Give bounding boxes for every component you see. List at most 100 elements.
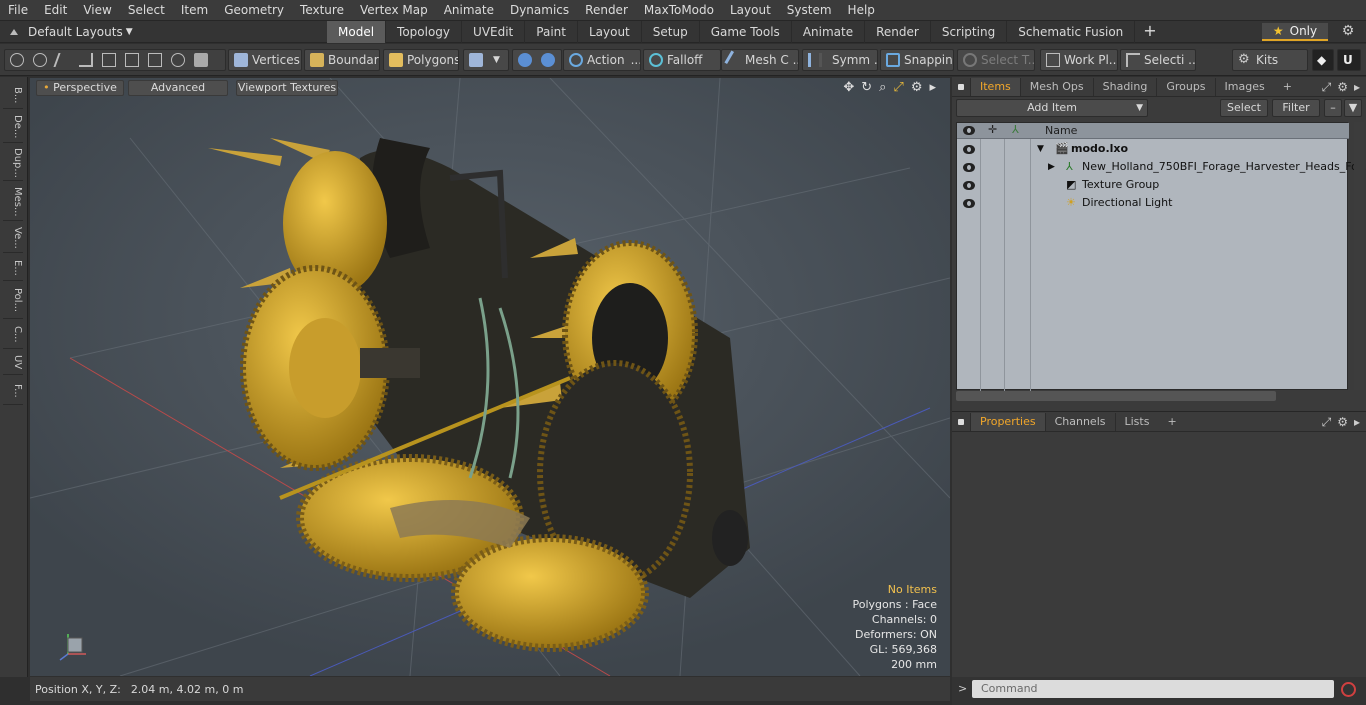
- menu-geometry[interactable]: Geometry: [216, 0, 292, 21]
- menu-animate[interactable]: Animate: [436, 0, 502, 21]
- globe-icon[interactable]: [33, 53, 47, 67]
- tab-setup[interactable]: Setup: [642, 21, 700, 43]
- brush-icon[interactable]: [79, 53, 93, 67]
- tree-row-scene[interactable]: ▼ 🎬 modo.lxo: [957, 140, 1349, 158]
- panel-grip-icon[interactable]: [958, 84, 964, 90]
- command-input[interactable]: Command: [972, 680, 1334, 698]
- gear-icon[interactable]: ⚙: [1338, 23, 1358, 41]
- record-macro-icon[interactable]: [1341, 682, 1356, 697]
- falloff-button[interactable]: Falloff: [643, 49, 721, 71]
- tab-groups[interactable]: Groups: [1156, 78, 1214, 96]
- funnel-icon[interactable]: ▼: [1344, 99, 1362, 117]
- select-button[interactable]: Select: [1220, 99, 1268, 117]
- vertices-button[interactable]: Vertices: [228, 49, 302, 71]
- left-tab-uv[interactable]: UV: [3, 351, 23, 375]
- tab-mesh-ops[interactable]: Mesh Ops: [1019, 78, 1093, 96]
- menu-item[interactable]: Item: [173, 0, 216, 21]
- tree-vertical-scrollbar[interactable]: [1354, 122, 1364, 390]
- tab-model[interactable]: Model: [327, 21, 387, 43]
- tab-uvedit[interactable]: UVEdit: [462, 21, 526, 43]
- tab-topology[interactable]: Topology: [386, 21, 463, 43]
- shield-icon[interactable]: [518, 53, 532, 67]
- expand-panel-icon[interactable]: ⤢: [1322, 415, 1332, 430]
- tab-animate[interactable]: Animate: [792, 21, 866, 43]
- pivot-icon[interactable]: [148, 53, 162, 67]
- menu-help[interactable]: Help: [840, 0, 883, 21]
- tab-items[interactable]: Items: [970, 78, 1020, 96]
- left-tab-basic[interactable]: B...: [3, 83, 23, 109]
- tree-horizontal-scrollbar[interactable]: [956, 391, 1276, 401]
- rotate-view-icon[interactable]: ↻: [861, 80, 872, 95]
- default-layouts-dropdown[interactable]: Default Layouts ▼: [8, 21, 133, 43]
- viewport-shading-button[interactable]: Advanced: [128, 80, 228, 96]
- align-icon[interactable]: [102, 53, 116, 67]
- expand-triangle-icon[interactable]: ▼: [1037, 140, 1044, 158]
- timer-icon[interactable]: [171, 53, 185, 67]
- menu-edit[interactable]: Edit: [36, 0, 75, 21]
- add-tab-plus-icon[interactable]: +: [1135, 21, 1164, 43]
- material-dropdown[interactable]: ▼: [463, 49, 509, 71]
- left-tab-deform[interactable]: De...: [3, 111, 23, 143]
- menu-maxtomodo[interactable]: MaxToModo: [636, 0, 722, 21]
- boundary-button[interactable]: Boundary: [304, 49, 380, 71]
- item-mode-icon[interactable]: [194, 53, 208, 67]
- left-tab-edge[interactable]: E...: [3, 255, 23, 281]
- add-item-button[interactable]: Add Item ▼: [956, 99, 1148, 117]
- type-header-icon[interactable]: ⅄: [1012, 123, 1019, 136]
- pen-icon[interactable]: [53, 53, 73, 67]
- visibility-eye-icon[interactable]: [963, 163, 975, 172]
- left-tab-curve[interactable]: C...: [3, 321, 23, 349]
- menu-view[interactable]: View: [75, 0, 119, 21]
- work-plane-button[interactable]: Work Pl...: [1040, 49, 1118, 71]
- menu-select[interactable]: Select: [120, 0, 173, 21]
- viewport-gear-icon[interactable]: ⚙: [911, 80, 923, 95]
- select-through-button[interactable]: Select T...: [957, 49, 1035, 71]
- menu-layout[interactable]: Layout: [722, 0, 779, 21]
- expand-panel-icon[interactable]: ⤢: [1322, 80, 1332, 95]
- selection-sets-button[interactable]: Selecti ...: [1120, 49, 1196, 71]
- symmetry-button[interactable]: Symm ...: [802, 49, 878, 71]
- panel-grip-icon[interactable]: [958, 419, 964, 425]
- tab-lists[interactable]: Lists: [1114, 413, 1159, 431]
- filter-button[interactable]: Filter: [1272, 99, 1320, 117]
- kits-button[interactable]: ⚙ Kits: [1232, 49, 1308, 71]
- move-view-icon[interactable]: ✥: [843, 80, 854, 95]
- menu-render[interactable]: Render: [577, 0, 636, 21]
- shield-alt-icon[interactable]: [541, 53, 555, 67]
- tab-images[interactable]: Images: [1214, 78, 1274, 96]
- center-icon[interactable]: [125, 53, 139, 67]
- tab-properties[interactable]: Properties: [970, 413, 1045, 431]
- lock-header-icon[interactable]: ✛: [988, 123, 997, 136]
- tab-render[interactable]: Render: [865, 21, 931, 43]
- tab-game-tools[interactable]: Game Tools: [700, 21, 792, 43]
- only-toggle-button[interactable]: ★ Only: [1262, 23, 1328, 41]
- snapping-button[interactable]: Snapping: [880, 49, 954, 71]
- polygons-button[interactable]: Polygons: [383, 49, 459, 71]
- tab-paint[interactable]: Paint: [525, 21, 578, 43]
- left-tab-mesh-edit[interactable]: Mes...: [3, 183, 23, 221]
- unreal-icon[interactable]: U: [1337, 49, 1361, 71]
- left-tab-fusion[interactable]: F...: [3, 377, 23, 405]
- menu-texture[interactable]: Texture: [292, 0, 352, 21]
- visibility-eye-icon[interactable]: [963, 145, 975, 154]
- tree-row-directional-light[interactable]: ☀ Directional Light: [957, 194, 1349, 212]
- viewport-textures-button[interactable]: Viewport Textures: [236, 80, 338, 96]
- action-center-button[interactable]: Action...: [563, 49, 641, 71]
- mesh-constraint-button[interactable]: Mesh C ...: [721, 49, 799, 71]
- name-column-header[interactable]: Name: [1045, 124, 1077, 137]
- tab-layout[interactable]: Layout: [578, 21, 642, 43]
- left-tab-vertex[interactable]: Ve...: [3, 223, 23, 253]
- menu-file[interactable]: File: [0, 0, 36, 21]
- menu-vertex-map[interactable]: Vertex Map: [352, 0, 436, 21]
- tab-channels[interactable]: Channels: [1044, 413, 1115, 431]
- tab-schematic-fusion[interactable]: Schematic Fusion: [1007, 21, 1136, 43]
- zoom-view-icon[interactable]: ⌕: [879, 80, 886, 95]
- tree-row-texture-group[interactable]: ◩ Texture Group: [957, 176, 1349, 194]
- circle-select-icon[interactable]: [10, 53, 24, 67]
- collapse-icon[interactable]: –: [1324, 99, 1342, 117]
- tab-shading[interactable]: Shading: [1092, 78, 1157, 96]
- viewport-menu-arrow-icon[interactable]: ▸: [929, 80, 936, 95]
- add-panel-tab-icon[interactable]: +: [1274, 78, 1301, 96]
- tab-scripting[interactable]: Scripting: [931, 21, 1008, 43]
- fit-view-icon[interactable]: ⤢: [893, 80, 903, 95]
